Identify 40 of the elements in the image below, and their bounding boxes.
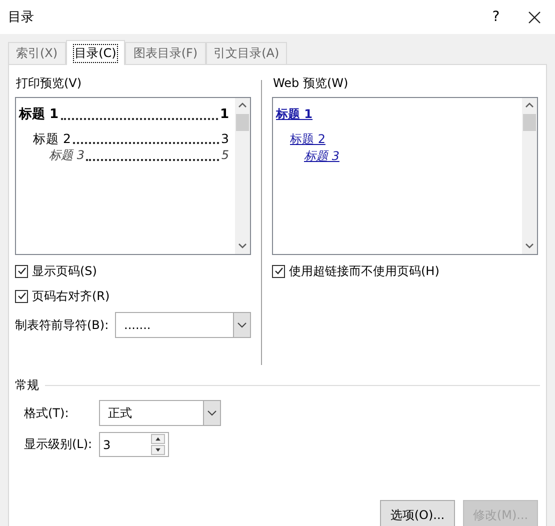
- heading-link[interactable]: 标题 3: [304, 148, 340, 165]
- heading-text: 标题 3: [49, 147, 84, 164]
- scrollbar[interactable]: [235, 98, 250, 254]
- tab[interactable]: 图表目录(F): [125, 42, 206, 64]
- checkbox-label: 页码右对齐(R): [32, 288, 110, 304]
- page-number: 5: [221, 147, 229, 164]
- help-button[interactable]: ?: [476, 9, 516, 25]
- checkbox[interactable]: [15, 290, 28, 302]
- level-spinner[interactable]: 3: [99, 432, 169, 457]
- page-number: 3: [221, 130, 229, 147]
- leader-dropdown[interactable]: .......: [115, 312, 251, 338]
- spin-up-icon[interactable]: [151, 434, 165, 444]
- dropdown-icon: [207, 410, 217, 416]
- format-dropdown[interactable]: 正式: [99, 400, 221, 426]
- page-number: 1: [220, 106, 229, 123]
- preview-label: 打印预览(V): [16, 75, 82, 92]
- tab[interactable]: 目录(C): [66, 40, 126, 65]
- group-title: 常规: [15, 377, 39, 394]
- checkbox-label: 使用超链接而不使用页码(H): [289, 262, 440, 280]
- preview-label: Web 预览(W): [273, 75, 348, 92]
- heading-link[interactable]: 标题 2: [290, 131, 326, 148]
- spin-down-icon[interactable]: [151, 445, 165, 455]
- field-label: 格式(T):: [24, 404, 70, 422]
- scroll-thumb[interactable]: [523, 114, 536, 131]
- field-label: 制表符前导符(B):: [15, 316, 110, 334]
- heading-text: 标题 1: [19, 106, 59, 123]
- dropdown-icon: [237, 322, 247, 328]
- scroll-thumb[interactable]: [236, 114, 249, 131]
- checkbox[interactable]: [15, 264, 28, 278]
- window-title: 目录: [8, 9, 35, 26]
- heading-text: 标题 2: [33, 130, 71, 147]
- scrollbar[interactable]: [522, 98, 537, 254]
- dialog-button[interactable]: 选项(O)...: [380, 500, 455, 526]
- tab[interactable]: 索引(X): [8, 42, 66, 64]
- field-label: 显示级别(L):: [24, 436, 94, 453]
- tab[interactable]: 引文目录(A): [206, 42, 288, 64]
- heading-link[interactable]: 标题 1: [276, 106, 313, 123]
- close-icon[interactable]: [528, 10, 541, 24]
- checkbox-label: 显示页码(S): [32, 262, 97, 280]
- checkbox[interactable]: [272, 264, 285, 278]
